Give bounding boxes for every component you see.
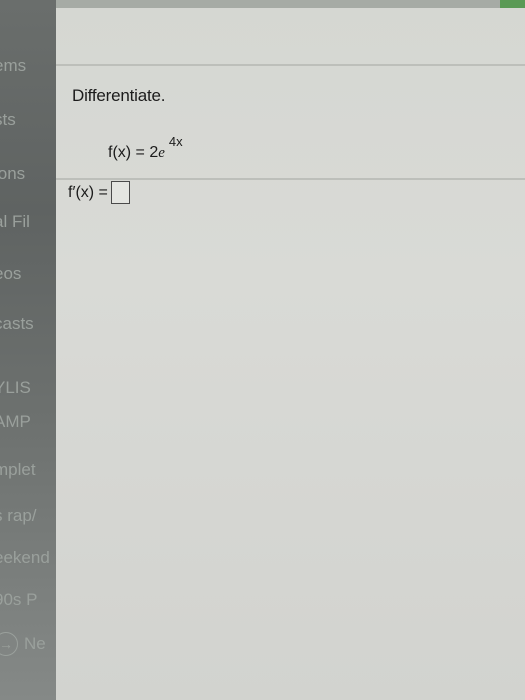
sidebar-item-tests[interactable]: sts [0, 110, 16, 130]
page: ems sts ions al Fil eos casts YLIS AMP m… [0, 0, 525, 700]
function-exponent: 4x [168, 134, 183, 149]
sidebar-item-weekend[interactable]: eekend [0, 548, 50, 568]
divider-middle [56, 178, 525, 180]
answer-label: f′(x) = [68, 183, 108, 201]
arrow-right-icon: → [0, 632, 18, 656]
sidebar-item-podcasts[interactable]: casts [0, 314, 34, 334]
sidebar-nav: ems sts ions al Fil eos casts YLIS AMP m… [0, 0, 56, 700]
sidebar-item-sample[interactable]: AMP [0, 412, 31, 432]
sidebar-item-videos[interactable]: eos [0, 264, 21, 284]
top-bar [56, 0, 525, 8]
sidebar-item-playlist[interactable]: YLIS [0, 378, 31, 398]
sidebar-item-rap[interactable]: s rap/ [0, 506, 37, 526]
function-base: e [158, 145, 165, 161]
sidebar-item-problems[interactable]: ems [0, 56, 26, 76]
sidebar-item-90s[interactable]: 90s P [0, 590, 37, 610]
problem-panel: Differentiate. f(x) = 2e4x f′(x) = [56, 8, 525, 700]
sidebar-item-next-label: Ne [24, 634, 46, 653]
sidebar-item-questions[interactable]: ions [0, 164, 25, 184]
answer-row: f′(x) = [68, 181, 130, 204]
top-accent-strip [500, 0, 525, 8]
function-lhs: f(x) = 2 [108, 144, 159, 161]
sidebar-item-next[interactable]: → Ne [0, 632, 46, 656]
answer-input-box[interactable] [110, 181, 130, 204]
sidebar-item-complete[interactable]: mplet [0, 460, 36, 480]
problem-heading: Differentiate. [72, 86, 166, 105]
function-expression: f(x) = 2e4x [108, 134, 183, 162]
sidebar-item-final[interactable]: al Fil [0, 212, 30, 232]
divider-top [56, 64, 525, 66]
